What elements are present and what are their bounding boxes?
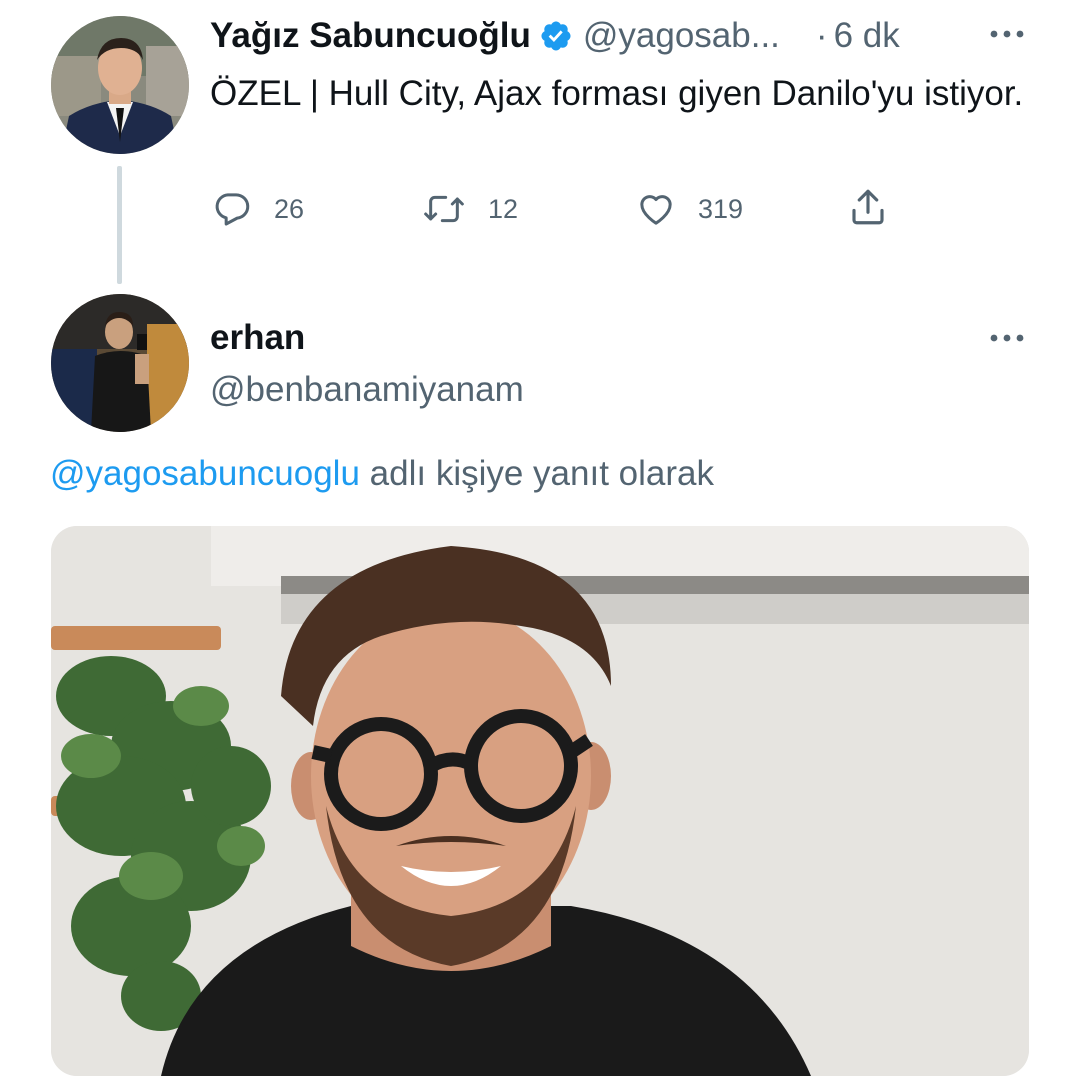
reply-bubble-icon <box>212 189 252 229</box>
replying-to-line: @yagosabuncuoglu adlı kişiye yanıt olara… <box>50 454 714 494</box>
like-count: 319 <box>698 193 744 224</box>
time-separator: · <box>815 16 828 55</box>
tweet-timestamp[interactable]: 6 dk <box>834 16 900 56</box>
share-icon <box>847 185 889 229</box>
verified-badge-icon <box>539 19 573 53</box>
retweet-button[interactable]: 12 <box>422 188 518 230</box>
reply-author-name[interactable]: erhan <box>210 318 305 358</box>
thread-connector-line <box>117 166 122 284</box>
reply-count: 26 <box>274 193 305 224</box>
author-name[interactable]: Yağız Sabuncuoğlu <box>210 16 531 56</box>
tweet-text: ÖZEL | Hull City, Ajax forması giyen Dan… <box>210 74 1024 113</box>
author-handle[interactable]: @yagosab... <box>583 16 780 56</box>
reply-media-image[interactable] <box>51 526 1029 1076</box>
like-button[interactable]: 319 <box>636 188 743 230</box>
retweet-count: 12 <box>488 193 519 224</box>
reply-author-avatar[interactable] <box>51 294 189 432</box>
more-dots-icon[interactable] <box>987 24 1027 44</box>
retweet-icon <box>422 189 466 229</box>
heart-icon <box>636 189 676 229</box>
replying-to-mention[interactable]: @yagosabuncuoglu <box>50 454 360 493</box>
tweet-header: Yağız Sabuncuoğlu @yagosab... · 6 dk <box>210 14 900 58</box>
more-dots-icon[interactable] <box>987 328 1027 348</box>
author-avatar[interactable] <box>51 16 189 154</box>
reply-author-handle[interactable]: @benbanamiyanam <box>210 370 524 410</box>
replying-to-suffix: adlı kişiye yanıt olarak <box>359 454 714 493</box>
share-button[interactable] <box>847 186 889 228</box>
reply-button[interactable]: 26 <box>212 188 304 230</box>
